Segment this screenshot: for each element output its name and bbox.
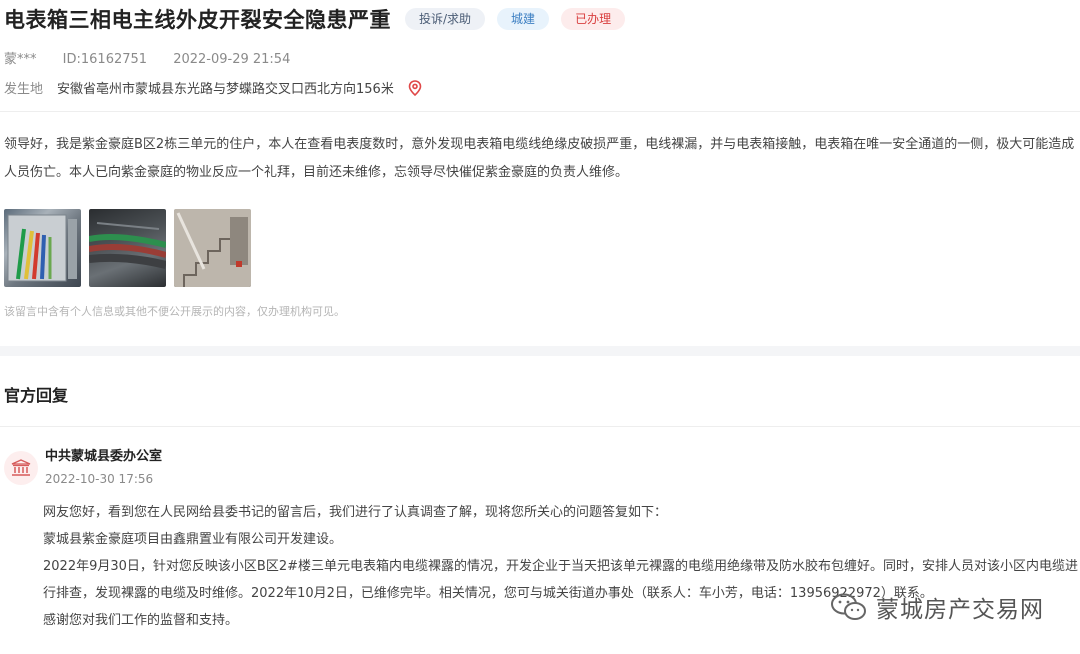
location-row: 发生地 安徽省亳州市蒙城县东光路与梦蝶路交叉口西北方向156米 [4, 78, 422, 97]
reply-paragraph: 蒙城县紫金豪庭项目由鑫鼎置业有限公司开发建设。 [43, 532, 343, 547]
post-title: 电表箱三相电主线外皮开裂安全隐患严重 [4, 8, 391, 32]
photo-thumbnail-electric-box[interactable] [4, 209, 81, 287]
type-tag[interactable]: 投诉/求助 [405, 8, 486, 30]
reply-paragraph: 网友您好，看到您在人民网给县委书记的留言后，我们进行了认真调查了解，现将您所关心… [43, 505, 668, 520]
post-content: 领导好，我是紫金豪庭B区2栋三单元的住户，本人在查看电表度数时，意外发现电表箱电… [4, 137, 1075, 180]
post-id: ID:16162751 [62, 52, 148, 67]
official-reply-heading: 官方回复 [4, 386, 69, 405]
government-building-icon [4, 451, 38, 485]
reply-org-name: 中共蒙城县委办公室 [45, 449, 163, 464]
photo-thumbnail-stairway[interactable] [174, 209, 251, 287]
watermark-text: 蒙城房产交易网 [876, 597, 1044, 623]
divider [0, 111, 1080, 112]
reply-header: 中共蒙城县委办公室 2022-10-30 17:56 [4, 447, 162, 489]
watermark: 蒙城房产交易网 [830, 590, 1044, 624]
location-label: 发生地 [4, 82, 44, 97]
reply-datetime: 2022-10-30 17:56 [45, 472, 154, 486]
wechat-icon [830, 593, 868, 621]
privacy-notice: 该留言中含有个人信息或其他不便公开展示的内容，仅办理机构可见。 [4, 305, 345, 318]
post-meta: 蒙*** ID:16162751 2022-09-29 21:54 [4, 48, 312, 67]
post-datetime: 2022-09-29 21:54 [173, 52, 291, 67]
photo-thumbnail-cable[interactable] [89, 209, 166, 287]
category-tag[interactable]: 城建 [497, 8, 550, 30]
post-header: 电表箱三相电主线外皮开裂安全隐患严重 投诉/求助 城建 已办理 [4, 4, 626, 34]
location-pin-icon[interactable] [408, 79, 422, 96]
photo-gallery [4, 209, 259, 287]
section-separator [0, 346, 1080, 356]
location-value: 安徽省亳州市蒙城县东光路与梦蝶路交叉口西北方向156米 [57, 82, 394, 97]
author-name: 蒙*** [4, 52, 37, 67]
divider [0, 426, 1080, 427]
status-badge: 已办理 [561, 8, 626, 30]
